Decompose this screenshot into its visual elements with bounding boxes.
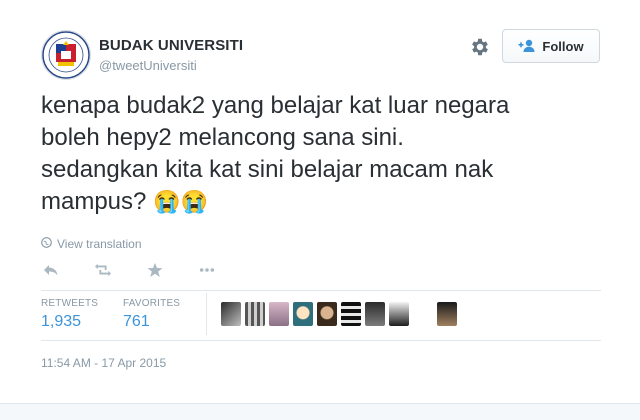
avatar[interactable]: [365, 302, 385, 326]
view-translation-link[interactable]: View translation: [41, 237, 142, 251]
reply-icon[interactable]: [43, 262, 59, 278]
avatar[interactable]: [221, 302, 241, 326]
avatar[interactable]: [437, 302, 457, 326]
avatar[interactable]: [317, 302, 337, 326]
avatar[interactable]: [245, 302, 265, 326]
stats-separator: [206, 293, 207, 335]
avatar[interactable]: [341, 302, 361, 326]
favorites-count[interactable]: 761: [123, 313, 150, 331]
follow-button-label: Follow: [542, 38, 584, 54]
favoriter-avatars: [221, 302, 457, 326]
crying-emoji: 😭😭: [153, 189, 208, 214]
retweet-icon[interactable]: [95, 262, 111, 278]
tweet-text-line: mampus? 😭😭: [41, 186, 601, 218]
retweets-label: RETWEETS: [41, 298, 99, 309]
user-name[interactable]: BUDAK UNIVERSITI: [99, 37, 243, 54]
tweet-text-line: kenapa budak2 yang belajar kat luar nega…: [41, 92, 510, 119]
avatar[interactable]: [293, 302, 313, 326]
reply-area: [0, 403, 640, 420]
tweet-timestamp[interactable]: 11:54 AM - 17 Apr 2015: [41, 356, 166, 370]
tweet-text: kenapa budak2 yang belajar kat luar nega…: [41, 90, 601, 218]
divider: [41, 290, 601, 291]
gear-icon[interactable]: [469, 36, 491, 58]
avatar: [413, 302, 433, 326]
avatar[interactable]: [389, 302, 409, 326]
divider: [41, 340, 601, 341]
avatar[interactable]: [269, 302, 289, 326]
follow-button[interactable]: Follow: [502, 29, 600, 63]
favorites-label: FAVORITES: [123, 298, 181, 309]
retweets-count[interactable]: 1,935: [41, 313, 81, 331]
favorite-star-icon[interactable]: [147, 262, 163, 278]
view-translation-label: View translation: [57, 237, 142, 251]
tweet-actions: [43, 262, 251, 278]
globe-icon: [41, 237, 52, 251]
tweet-text-line: boleh hepy2 melancong sana sini.: [41, 124, 404, 151]
tweet-card: BUDAK UNIVERSITI @tweetUniversiti Follow…: [0, 0, 640, 420]
add-user-icon: [518, 39, 536, 53]
tweet-text-fragment: mampus?: [41, 188, 147, 215]
more-icon[interactable]: [199, 262, 215, 278]
avatar[interactable]: [41, 30, 91, 80]
user-handle[interactable]: @tweetUniversiti: [99, 58, 197, 73]
tweet-text-line: sedangkan kita kat sini belajar macam na…: [41, 156, 494, 183]
